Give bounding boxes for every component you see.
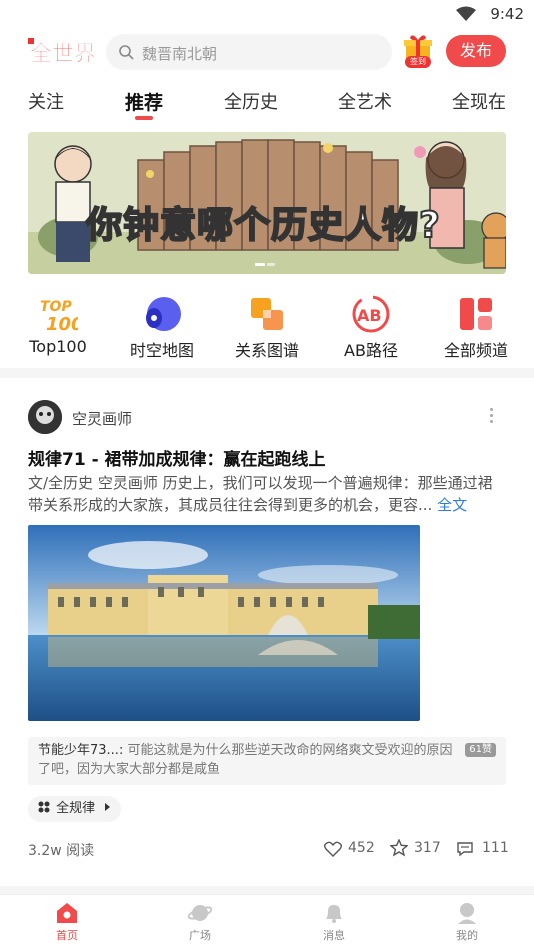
post-image[interactable] [28, 525, 420, 721]
svg-text:100: 100 [46, 314, 78, 334]
comment-username: 节能少年73...: [38, 743, 124, 758]
bell-icon [322, 901, 346, 925]
status-time: 9:42 [490, 5, 524, 23]
read-count: 3.2w [28, 843, 62, 859]
channel-shortcuts: TOP 100 Top100 时空地图 关系图谱 [0, 294, 534, 360]
user-icon [455, 901, 479, 925]
tab-history[interactable]: 全历史 [224, 88, 278, 114]
tab-recommend[interactable]: 推荐 [125, 88, 163, 115]
topic-tag-chip[interactable]: 全规律 [28, 796, 122, 822]
checkin-gift-button[interactable]: 签到 [402, 34, 434, 70]
ab-path-icon: AB [351, 294, 391, 334]
tab-present[interactable]: 全现在 [452, 88, 506, 114]
promo-banner[interactable]: 你钟意哪个历史人物? [28, 132, 506, 274]
author-name[interactable]: 空灵画师 [72, 408, 132, 429]
comment-icon [457, 842, 473, 857]
wifi-icon [456, 6, 476, 21]
post-stats: 3.2w 阅读 452 317 111 [28, 838, 509, 860]
read-label: 阅读 [66, 843, 95, 859]
section-divider [0, 368, 534, 378]
top-header: 全世界 魏晋南北朝 签到 发布 [0, 32, 534, 72]
active-tab-indicator [135, 116, 153, 120]
nav-square[interactable]: 广场 [160, 901, 240, 943]
relation-graph-icon [247, 294, 287, 334]
topic-tag-label: 全规律 [56, 801, 96, 816]
all-channels-icon [456, 294, 496, 334]
tab-follow[interactable]: 关注 [28, 88, 64, 114]
search-bar[interactable]: 魏晋南北朝 [106, 34, 392, 70]
feed-post-card[interactable]: 空灵画师 规律71 - 裙带加成规律：赢在起跑线上 文/全历史 空灵画师 历史上… [0, 378, 534, 878]
search-icon [119, 45, 134, 60]
nav-messages[interactable]: 消息 [294, 901, 374, 943]
channel-spacetime-map[interactable]: 时空地图 [112, 294, 212, 361]
channel-ab-path[interactable]: AB AB路径 [321, 294, 421, 361]
bottom-navigation: 首页 广场 消息 我的 [0, 894, 534, 949]
banner-title: 你钟意哪个历史人物? [85, 204, 441, 247]
svg-text:AB: AB [357, 306, 382, 325]
top100-icon: TOP 100 [38, 294, 84, 335]
chevron-right-icon [105, 803, 111, 811]
planet-icon [187, 901, 213, 925]
svg-text:TOP: TOP [40, 299, 72, 315]
category-tabs: 关注 推荐 全历史 全艺术 全现在 [0, 84, 534, 124]
home-icon [55, 901, 79, 925]
banner-pagination [254, 251, 276, 270]
tab-art[interactable]: 全艺术 [338, 88, 392, 114]
nav-profile[interactable]: 我的 [427, 901, 507, 943]
favorite-count: 317 [414, 840, 441, 856]
checkin-tag: 签到 [405, 56, 431, 68]
post-title[interactable]: 规律71 - 裙带加成规律：赢在起跑线上 [28, 445, 326, 470]
status-bar: 9:42 [0, 0, 534, 30]
author-avatar[interactable] [28, 400, 62, 434]
full-text-link[interactable]: 全文 [437, 496, 467, 514]
post-excerpt: 文/全历史 空灵画师 历史上，我们可以发现一个普遍规律：那些通过裙带关系形成的大… [28, 474, 493, 514]
search-placeholder: 魏晋南北朝 [142, 45, 218, 63]
more-options-icon[interactable] [490, 408, 494, 426]
channel-top100[interactable]: TOP 100 Top100 [8, 294, 108, 356]
channel-relation-graph[interactable]: 关系图谱 [217, 294, 317, 361]
hot-comment[interactable]: 节能少年73...: 可能这就是为什么那些逆天改命的网络爽文受欢迎的原因了吧，因… [28, 737, 506, 785]
svg-text:全世界: 全世界 [29, 41, 96, 66]
channel-all[interactable]: 全部频道 [426, 294, 526, 361]
like-count: 452 [348, 840, 375, 856]
heart-icon [324, 841, 342, 857]
nav-home[interactable]: 首页 [27, 901, 107, 943]
section-divider [0, 886, 534, 894]
clover-icon [38, 801, 50, 813]
spacetime-map-icon [142, 294, 182, 334]
app-logo[interactable]: 全世界 [28, 36, 98, 67]
publish-button[interactable]: 发布 [446, 35, 506, 67]
comment-count: 111 [482, 840, 509, 856]
star-icon [390, 839, 408, 857]
comment-like-badge: 61赞 [465, 743, 496, 757]
